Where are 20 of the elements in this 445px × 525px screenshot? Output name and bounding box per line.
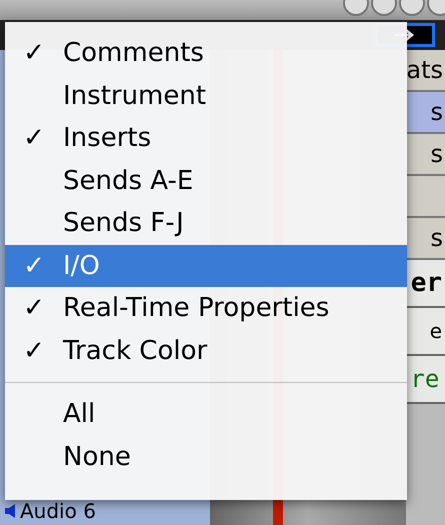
menu-item[interactable]: ✓ Track Color xyxy=(5,330,407,372)
track-label: er xyxy=(406,260,445,308)
menu-item[interactable]: Instrument xyxy=(5,74,407,117)
menu-item[interactable]: Sends F-J xyxy=(5,202,407,244)
side-row[interactable]: s xyxy=(406,134,445,176)
side-row[interactable]: s xyxy=(406,218,445,260)
speaker-icon xyxy=(4,504,16,518)
side-row[interactable] xyxy=(406,176,445,218)
track-label: e xyxy=(406,308,445,356)
track-item[interactable]: Audio 6 xyxy=(0,499,210,525)
menu-item[interactable]: ✓ Real-Time Properties xyxy=(5,287,407,330)
track-label: re xyxy=(406,356,445,404)
menu-item[interactable]: All xyxy=(5,393,407,436)
menu-item[interactable]: ✓ Comments xyxy=(5,32,407,74)
side-row[interactable]: ats xyxy=(406,50,445,92)
menu-item[interactable]: None xyxy=(5,436,407,478)
side-row[interactable]: s xyxy=(406,92,445,134)
menu-item[interactable]: ✓ I/O xyxy=(5,244,407,287)
menu-item[interactable]: Sends A-E xyxy=(5,160,407,202)
menu-item[interactable]: ✓ Inserts xyxy=(5,117,407,160)
